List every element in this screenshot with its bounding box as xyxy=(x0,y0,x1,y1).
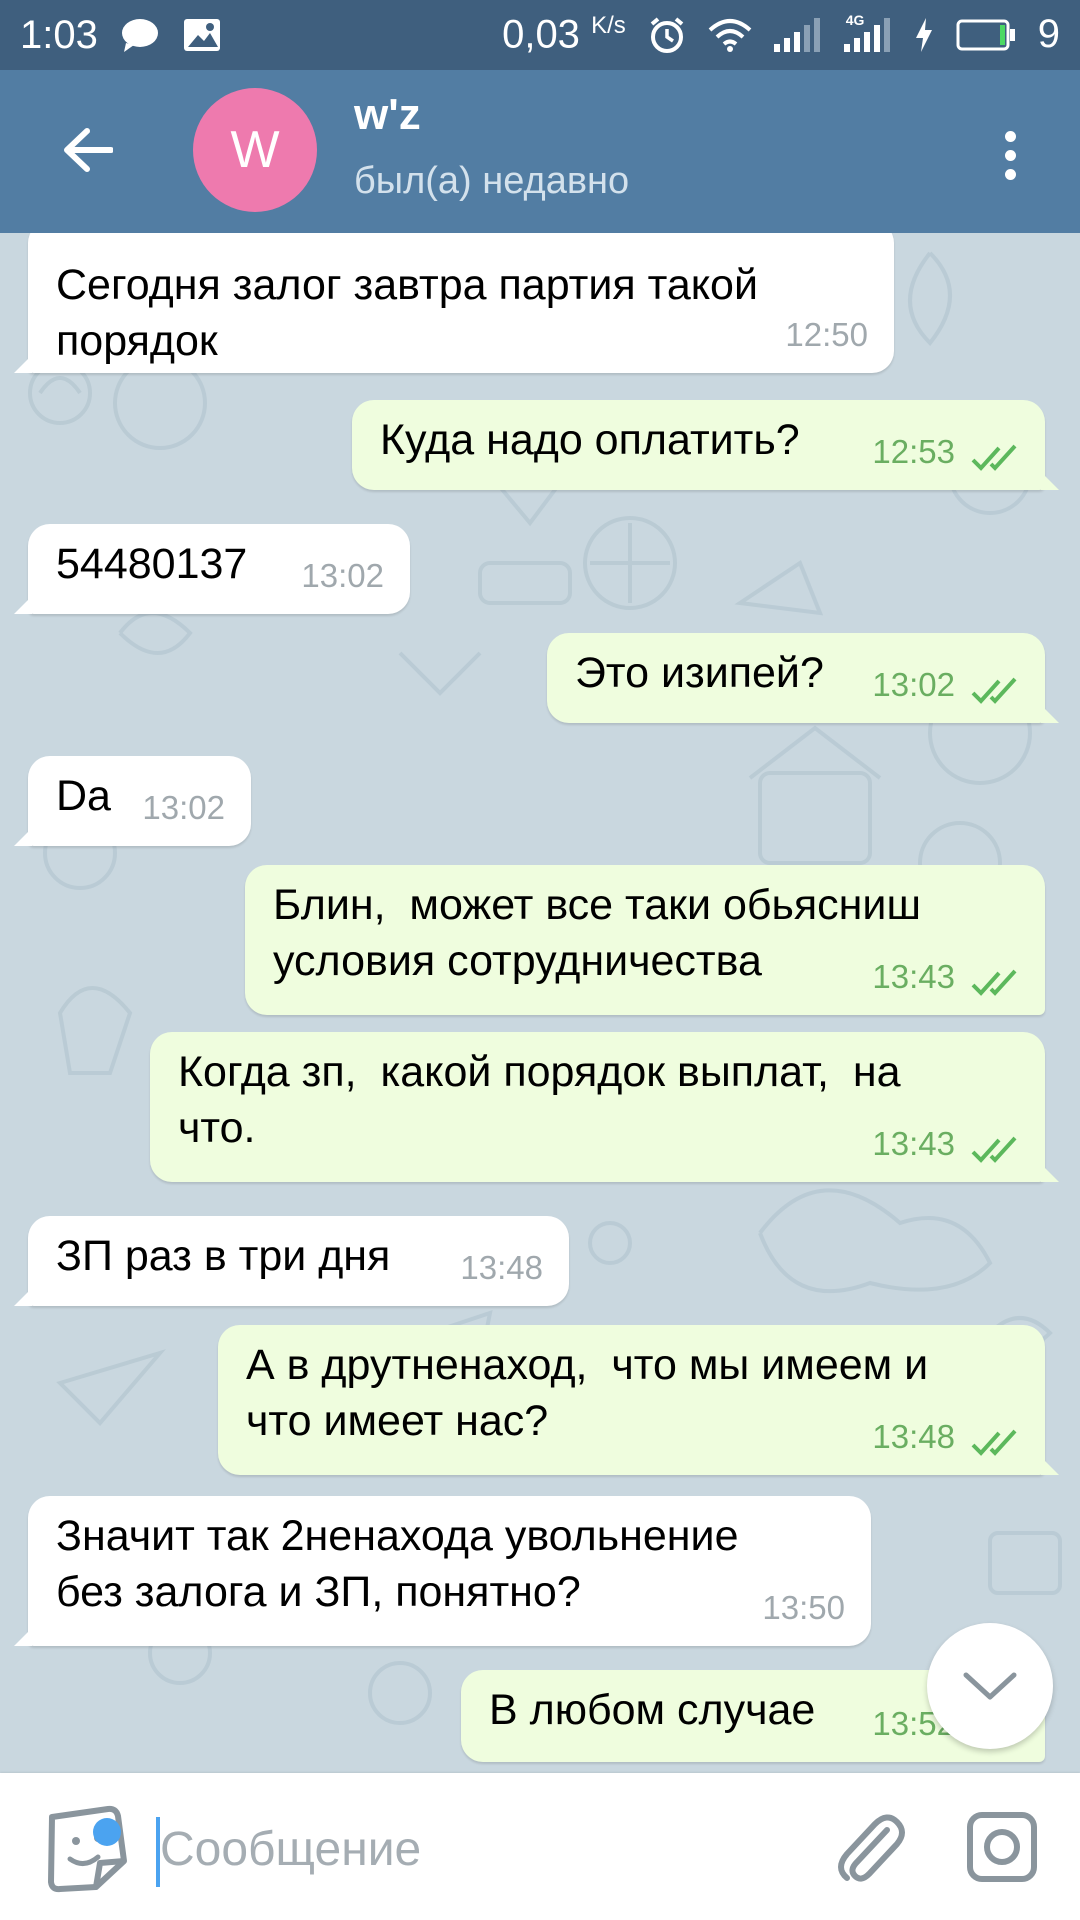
more-menu-button[interactable] xyxy=(985,115,1035,195)
more-vert-icon-dot xyxy=(1004,168,1016,180)
camera-icon xyxy=(967,1812,1037,1882)
back-arrow-icon xyxy=(64,128,113,172)
sticker-button[interactable] xyxy=(40,1803,130,1893)
status-bar: 1:03 0,03 K/s 4G 9 xyxy=(0,0,1080,70)
more-vert-icon-dot xyxy=(1004,149,1016,161)
clock: 1:03 xyxy=(20,12,98,57)
message-bubble-incoming[interactable]: Значит так 2ненахода увольнение без зало… xyxy=(14,1496,871,1646)
charging-icon xyxy=(914,17,934,52)
chat-header: W w'z был(а) недавно xyxy=(0,70,1080,233)
signal-icon xyxy=(773,17,822,52)
avatar-letter: W xyxy=(230,121,280,179)
bubble-tail xyxy=(14,355,32,373)
message-time: 13:02 xyxy=(872,666,955,703)
attach-button[interactable] xyxy=(830,1807,910,1887)
message-bubble-incoming[interactable]: 54480137 13:02 xyxy=(14,524,410,614)
scroll-to-bottom-button[interactable] xyxy=(927,1623,1053,1749)
double-check-icon xyxy=(971,1136,1017,1163)
battery-icon xyxy=(956,19,1016,51)
status-bar-right: 0,03 K/s 4G 9 xyxy=(502,12,1060,57)
bubble-tail xyxy=(1041,472,1059,490)
alarm-icon xyxy=(648,16,686,54)
double-check-icon xyxy=(971,969,1017,996)
message-bubble-outgoing[interactable]: Когда зп, какой порядок выплат, на что. … xyxy=(150,1032,1059,1182)
message-bubble-incoming[interactable]: ЗП раз в три дня 13:48 xyxy=(14,1216,569,1306)
message-bubble-outgoing[interactable]: А в друтненаход, что мы имеем и что имее… xyxy=(218,1325,1059,1475)
message-time: 13:48 xyxy=(460,1249,543,1286)
status-bar-left: 1:03 xyxy=(20,13,222,58)
last-seen-status: был(а) недавно xyxy=(354,160,630,202)
network-type-label: 4G xyxy=(845,11,865,28)
message-list[interactable]: Сегодня залог завтра партия такой порядо… xyxy=(0,233,1080,1773)
message-bubble-outgoing[interactable]: Это изипей? 13:02 xyxy=(547,633,1059,723)
message-bubble-incoming[interactable]: Сегодня залог завтра партия такой порядо… xyxy=(14,233,894,373)
battery-level: 9 xyxy=(1037,12,1060,57)
message-bubble-outgoing[interactable]: Блин, может все таки обьясниш условия со… xyxy=(245,865,1045,1015)
paperclip-icon xyxy=(838,1814,905,1882)
new-stickers-badge xyxy=(93,1818,121,1846)
bubble-tail xyxy=(1041,1457,1059,1475)
message-time: 12:53 xyxy=(872,433,955,470)
message-bubble-incoming[interactable]: Da 13:02 xyxy=(14,756,251,846)
sticker-icon xyxy=(48,1805,127,1893)
message-text: Сегодня залог завтра партия такой порядо… xyxy=(56,261,758,365)
bubble-tail xyxy=(14,1288,32,1306)
message-time: 13:43 xyxy=(872,1125,955,1162)
network-speed-unit: K/s xyxy=(591,12,626,40)
image-icon xyxy=(182,17,222,53)
more-vert-icon xyxy=(1004,130,1016,142)
chevron-down-icon xyxy=(963,1672,1017,1700)
bubble-tail xyxy=(1041,705,1059,723)
message-bubble-outgoing[interactable]: Куда надо оплатить? 12:53 xyxy=(352,400,1059,490)
signal-4g-icon: 4G xyxy=(843,12,892,52)
avatar[interactable]: W xyxy=(193,88,317,212)
chat-bubble-icon xyxy=(120,17,160,53)
chat-title[interactable]: w'z xyxy=(354,90,421,140)
message-time: 13:02 xyxy=(142,789,225,826)
message-time: 13:50 xyxy=(762,1589,845,1626)
bubble-tail xyxy=(14,1628,32,1646)
network-speed-value: 0,03 xyxy=(502,12,580,57)
message-time: 13:43 xyxy=(872,958,955,995)
double-check-icon xyxy=(971,677,1017,704)
wifi-icon xyxy=(708,18,752,52)
double-check-icon xyxy=(971,444,1017,471)
network-speed: 0,03 K/s xyxy=(502,12,626,57)
double-check-icon xyxy=(971,1429,1017,1456)
message-input[interactable] xyxy=(160,1813,780,1885)
message-text: Значит так 2ненахода увольнение без зало… xyxy=(56,1512,739,1616)
message-composer xyxy=(0,1773,1080,1920)
back-button[interactable] xyxy=(48,115,128,185)
message-time: 12:50 xyxy=(785,316,868,353)
message-time: 13:02 xyxy=(301,557,384,594)
bubble-tail xyxy=(1041,1164,1059,1182)
camera-button[interactable] xyxy=(962,1807,1042,1887)
bubble-tail xyxy=(14,828,32,846)
bubble-tail xyxy=(14,596,32,614)
message-time: 13:48 xyxy=(872,1418,955,1455)
